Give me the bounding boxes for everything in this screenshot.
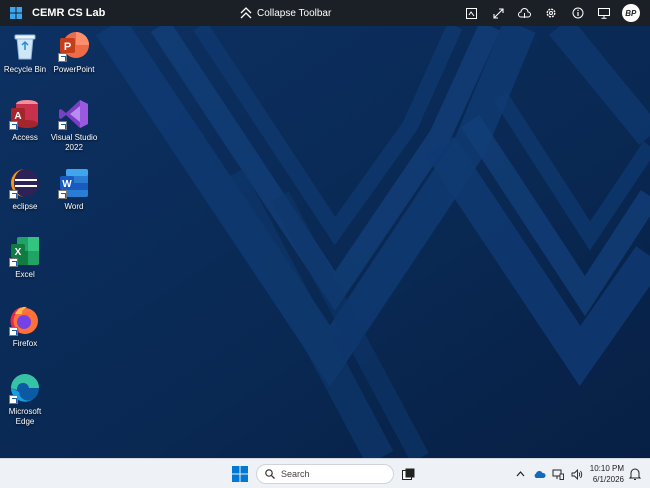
shortcut-arrow-icon <box>9 258 18 267</box>
desktop-icon-excel[interactable]: X Excel <box>0 235 50 280</box>
shortcut-arrow-icon <box>9 190 18 199</box>
desktop-icon-word[interactable]: W Word <box>49 167 99 212</box>
desktop-icon-label: Visual Studio 2022 <box>50 133 98 152</box>
desktop-icon-label: PowerPoint <box>53 65 95 74</box>
desktop-icon-label: Excel <box>15 270 35 279</box>
shortcut-arrow-icon <box>9 395 18 404</box>
taskbar-clock[interactable]: 10:10 PM 6/1/2026 <box>588 463 624 485</box>
desktop-icon-label: Firefox <box>12 339 38 348</box>
shortcut-arrow-icon <box>9 327 18 336</box>
shortcut-arrow-icon <box>58 53 67 62</box>
clock-time: 10:10 PM <box>589 464 624 473</box>
wallpaper <box>0 26 650 458</box>
show-hidden-icons-button[interactable] <box>513 467 527 481</box>
network-icon <box>552 469 564 480</box>
recycle-bin-icon <box>14 34 36 60</box>
double-chevron-up-icon <box>240 7 252 19</box>
svg-text:X: X <box>15 247 22 258</box>
desktop-icon-recycle-bin[interactable]: Recycle Bin <box>0 30 50 75</box>
desktop[interactable]: Recycle Bin P PowerPoint A Access Visual… <box>0 26 650 458</box>
desktop-icon-eclipse[interactable]: eclipse <box>0 167 50 212</box>
task-view-button[interactable] <box>402 468 415 480</box>
svg-text:W: W <box>62 179 72 190</box>
shortcut-arrow-icon <box>9 121 18 130</box>
cloud-sync-icon <box>518 7 532 18</box>
fit-screen-button[interactable] <box>459 3 486 23</box>
lab-title: CEMR CS Lab <box>32 7 106 19</box>
search-placeholder: Search <box>281 469 310 479</box>
desktop-icon-label: Recycle Bin <box>3 65 47 74</box>
fullscreen-button[interactable] <box>485 3 512 23</box>
collapse-toolbar-label: Collapse Toolbar <box>257 7 332 19</box>
desktop-icon-powerpoint[interactable]: P PowerPoint <box>49 30 99 75</box>
taskbar-search-box[interactable]: Search <box>256 464 394 484</box>
display-icon <box>598 7 611 19</box>
onedrive-icon <box>534 470 546 478</box>
desktop-icon-visual-studio[interactable]: Visual Studio 2022 <box>49 98 99 153</box>
collapse-toolbar-button[interactable]: Collapse Toolbar <box>240 5 331 21</box>
desktop-icon-access[interactable]: A Access <box>0 98 50 143</box>
cloud-sync-button[interactable] <box>512 3 539 23</box>
taskbar: Search 10:10 PM 6/1/2026 <box>0 458 650 488</box>
fullscreen-icon <box>493 7 504 19</box>
desktop-icon-label: Access <box>12 133 38 142</box>
user-avatar: BP <box>621 4 640 22</box>
shortcut-arrow-icon <box>58 121 67 130</box>
clock-date: 6/1/2026 <box>592 475 624 484</box>
start-button[interactable] <box>232 466 248 482</box>
desktop-icon-firefox[interactable]: Firefox <box>0 304 50 349</box>
user-avatar-button[interactable]: BP <box>618 3 645 23</box>
desktop-icon-label: Word <box>64 202 84 211</box>
info-button[interactable] <box>565 3 592 23</box>
info-icon <box>572 7 584 19</box>
system-tray <box>513 467 584 481</box>
svg-text:P: P <box>64 41 71 53</box>
notification-bell-icon[interactable] <box>628 467 642 481</box>
display-button[interactable] <box>591 3 618 23</box>
remote-toolbar: CEMR CS Lab Collapse Toolbar BP <box>0 0 650 26</box>
fit-screen-icon <box>466 7 478 19</box>
settings-button[interactable] <box>538 3 565 23</box>
volume-button[interactable] <box>570 467 584 481</box>
volume-icon <box>571 468 583 480</box>
shortcut-arrow-icon <box>58 190 67 199</box>
desktop-icon-edge[interactable]: Microsoft Edge <box>0 372 50 427</box>
onedrive-button[interactable] <box>532 467 546 481</box>
chevron-up-icon <box>516 471 524 477</box>
search-icon <box>265 469 275 479</box>
windows-logo-icon <box>10 7 22 19</box>
settings-icon <box>546 8 556 18</box>
network-button[interactable] <box>551 467 565 481</box>
desktop-icon-label: eclipse <box>12 202 38 211</box>
desktop-icon-label: Microsoft Edge <box>8 407 42 426</box>
